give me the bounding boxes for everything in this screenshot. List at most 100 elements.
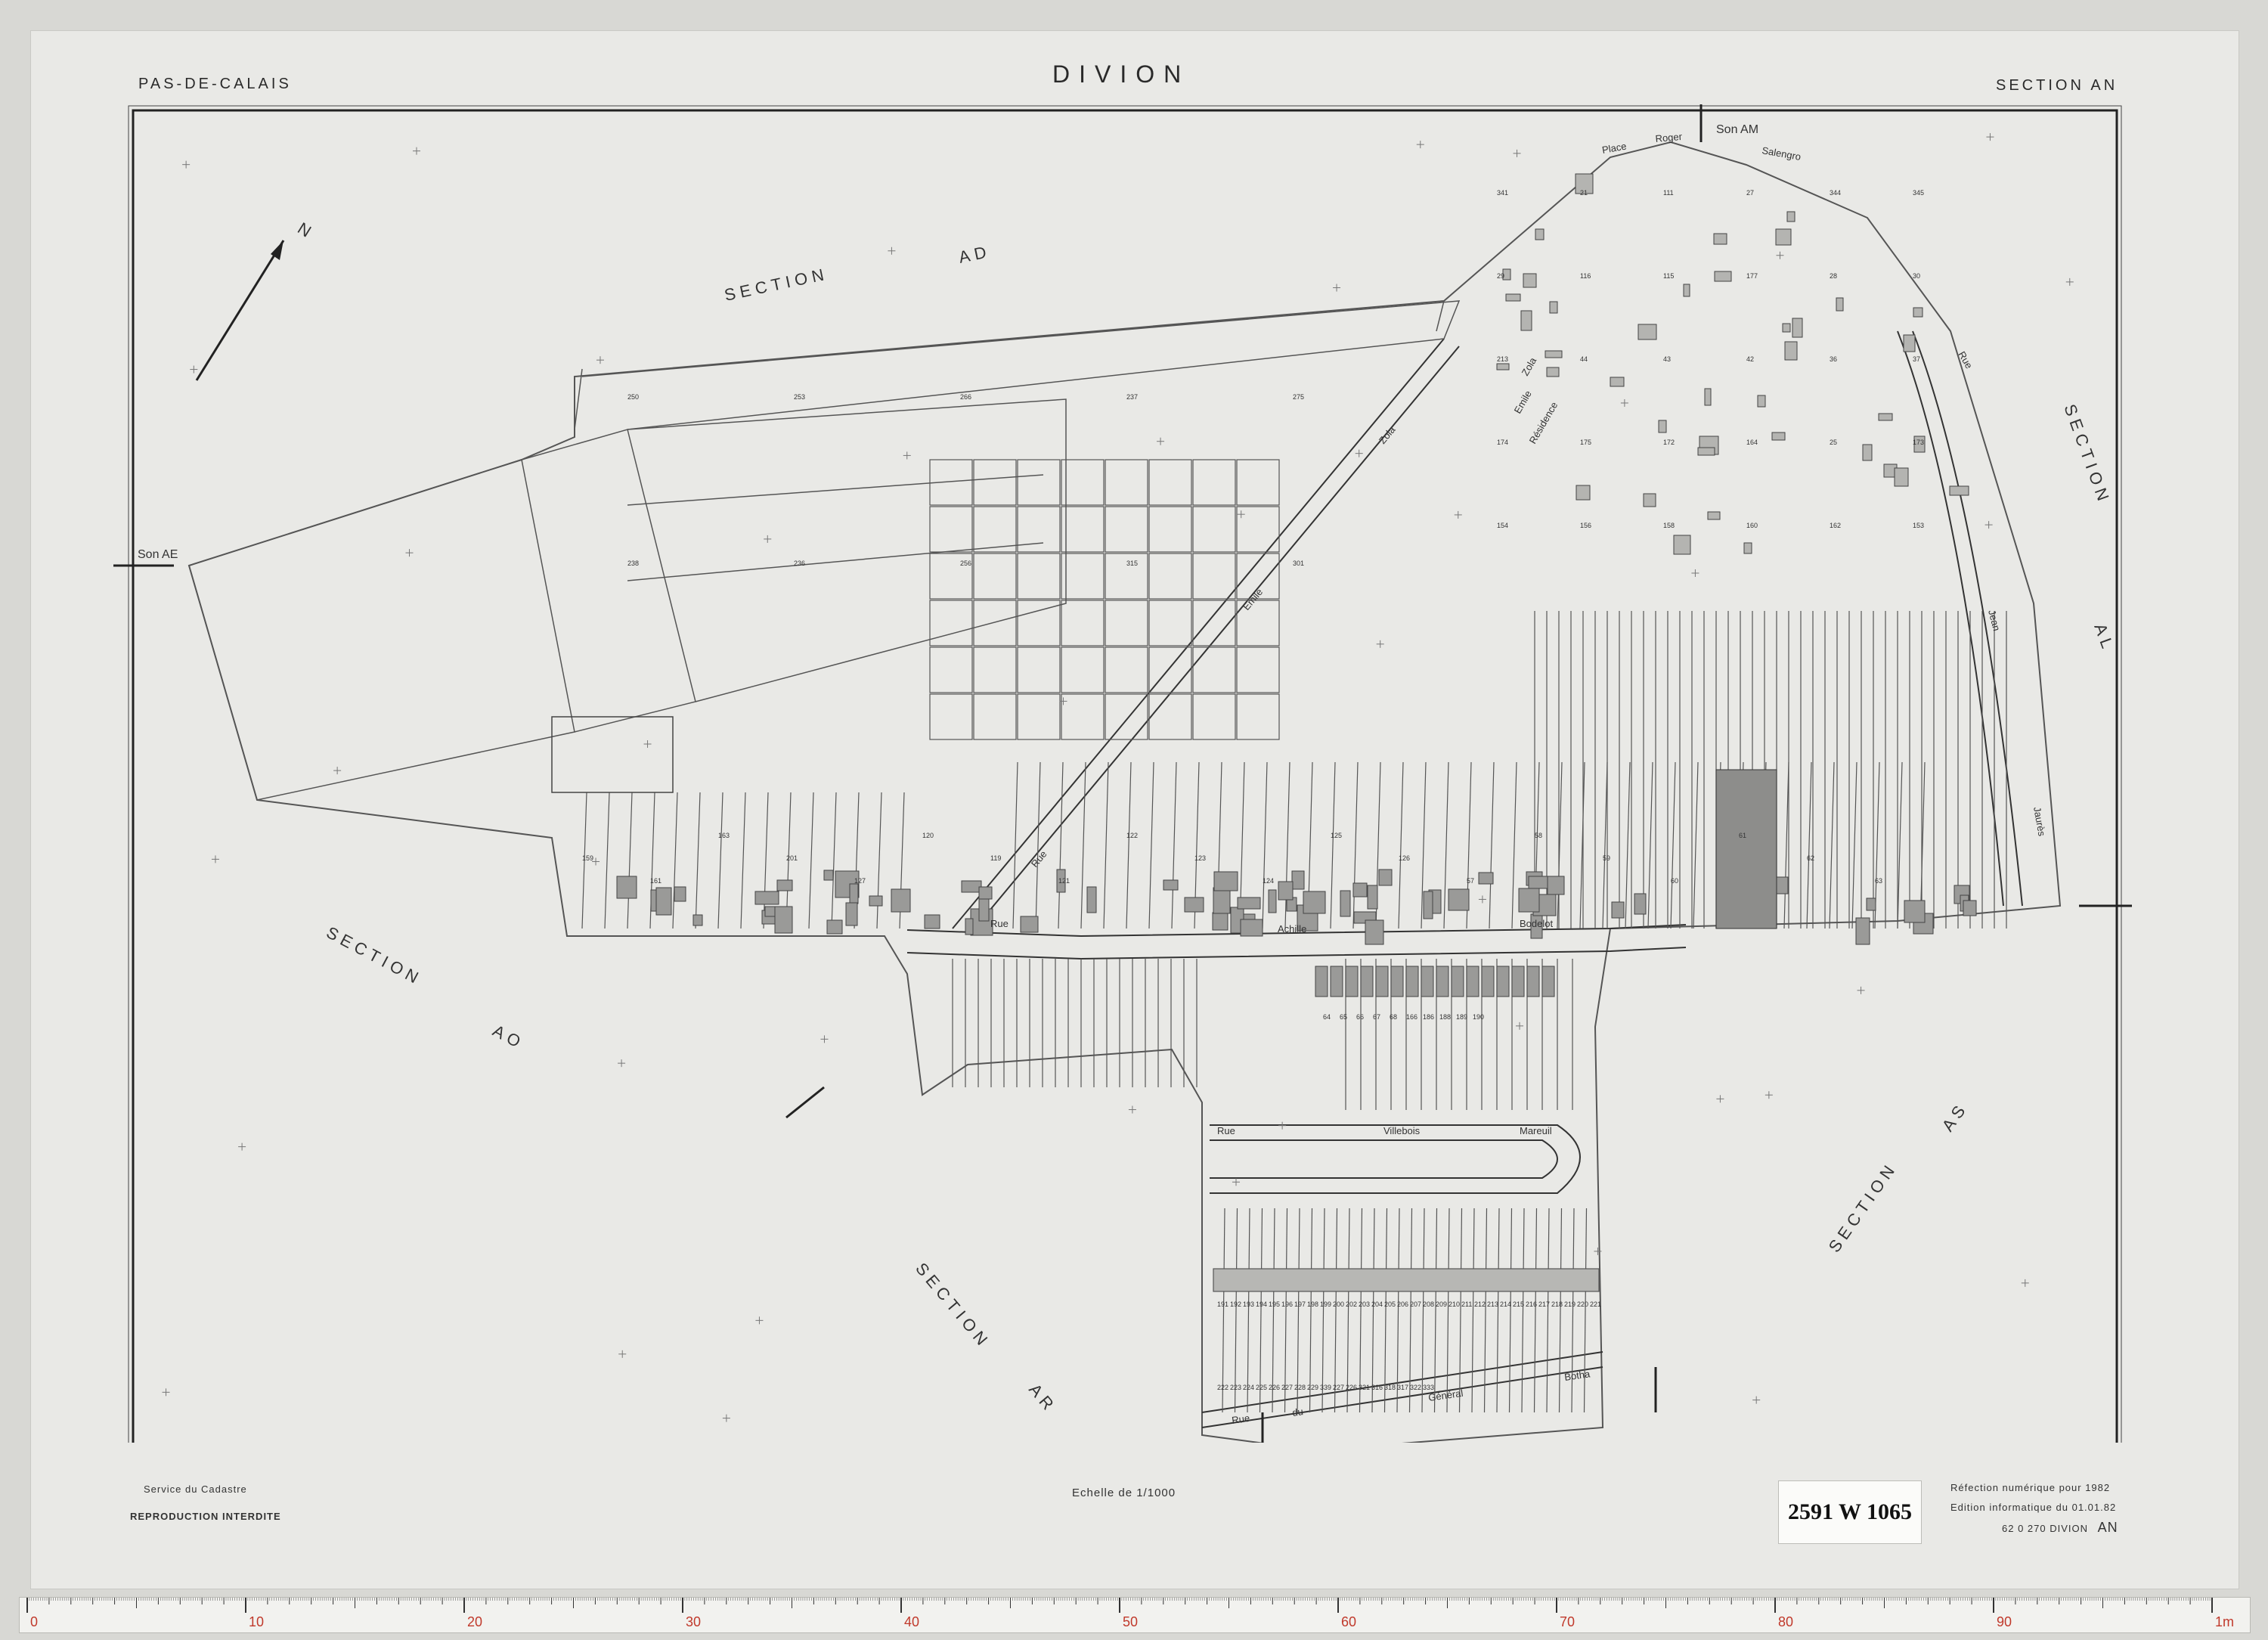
parcel-number: 222 bbox=[1217, 1384, 1228, 1391]
building-icon bbox=[1528, 876, 1548, 889]
parcel-boundary bbox=[1489, 761, 1495, 929]
north-label: N bbox=[294, 219, 314, 241]
street-label: Rue bbox=[1231, 1412, 1250, 1426]
parcel-number: 64 bbox=[1323, 1013, 1331, 1021]
street-label: Salengro bbox=[1761, 144, 1802, 163]
parcel-number: 25 bbox=[1830, 439, 1837, 446]
parcel-outline bbox=[973, 506, 1017, 553]
parcel-number: 191 bbox=[1217, 1301, 1228, 1308]
parcel-number: 121 bbox=[1058, 877, 1070, 885]
parcel-number: 202 bbox=[1346, 1301, 1357, 1308]
parcel-number: 226 bbox=[1269, 1384, 1280, 1391]
building-icon bbox=[776, 879, 793, 891]
building-icon bbox=[1535, 228, 1545, 240]
ruler-label: 50 bbox=[1123, 1614, 1138, 1629]
parcel-boundary bbox=[1148, 761, 1154, 929]
building-icon bbox=[1496, 363, 1510, 370]
parcel-boundary bbox=[1334, 1208, 1338, 1413]
parcel-number: 203 bbox=[1359, 1301, 1370, 1308]
building-icon bbox=[1360, 966, 1374, 997]
parcel-number: 111 bbox=[1663, 189, 1674, 197]
footer-code-section: AN bbox=[2097, 1520, 2118, 1535]
section-boundary bbox=[187, 141, 2062, 1443]
street-label: Rue bbox=[990, 918, 1009, 929]
parcel-outline bbox=[1061, 553, 1105, 600]
street-label: Roger bbox=[1655, 131, 1683, 144]
section-ao-label: SECTION bbox=[324, 922, 426, 989]
building-icon bbox=[1546, 367, 1560, 377]
parcel-number: 208 bbox=[1423, 1301, 1434, 1308]
street-label: Jaurès bbox=[2031, 806, 2048, 838]
parcel-number: 266 bbox=[960, 393, 971, 401]
parcel-outline bbox=[1236, 646, 1280, 693]
parcel-number: 213 bbox=[1487, 1301, 1498, 1308]
building-icon bbox=[1634, 893, 1647, 915]
building-icon bbox=[1673, 535, 1691, 555]
parcel-number: 190 bbox=[1473, 1013, 1484, 1021]
building-icon bbox=[1451, 966, 1464, 997]
row-houses-block bbox=[1213, 1268, 1600, 1292]
parcel-number: 210 bbox=[1448, 1301, 1460, 1308]
section-ar-label: SECTION bbox=[912, 1259, 994, 1352]
parcel-number: 62 bbox=[1807, 854, 1814, 862]
parcel-boundary bbox=[1625, 761, 1631, 929]
parcel-number: 186 bbox=[1423, 1013, 1434, 1021]
street-label: Botha bbox=[1563, 1368, 1591, 1383]
building-icon bbox=[1423, 891, 1433, 919]
parcel-number: 161 bbox=[650, 877, 662, 885]
building-icon bbox=[1784, 341, 1798, 361]
parcel-number: 339 bbox=[1320, 1384, 1331, 1391]
parcel-boundary bbox=[1693, 761, 1699, 929]
parcel-number: 173 bbox=[1913, 439, 1924, 446]
street-label: Résidence bbox=[1527, 400, 1560, 446]
building-icon bbox=[1963, 900, 1977, 916]
parcel-number: 212 bbox=[1474, 1301, 1486, 1308]
building-icon bbox=[1894, 467, 1909, 487]
ruler-label: 30 bbox=[686, 1614, 701, 1629]
street-label: Rue bbox=[1029, 848, 1049, 870]
building-icon bbox=[1611, 901, 1625, 919]
building-icon bbox=[1278, 881, 1294, 901]
parcel-boundary bbox=[627, 792, 633, 929]
building-icon bbox=[1291, 870, 1305, 890]
parcel-number: 237 bbox=[1126, 393, 1138, 401]
building-icon bbox=[1855, 917, 1870, 945]
parcel-number: 194 bbox=[1256, 1301, 1267, 1308]
parcel-number: 153 bbox=[1913, 522, 1924, 529]
building-icon bbox=[1367, 885, 1378, 910]
parcel-number: 63 bbox=[1875, 877, 1882, 885]
building-icon bbox=[1792, 318, 1803, 338]
building-icon bbox=[1330, 966, 1343, 997]
parcel-outline bbox=[1105, 506, 1148, 553]
parcel-boundary bbox=[1284, 1208, 1288, 1413]
road-rue-jean-jaures bbox=[1897, 330, 2023, 907]
cadastral-map: SECTION AD SECTION AL SECTION AO SECTION… bbox=[113, 104, 2132, 1443]
parcel-number: 189 bbox=[1456, 1013, 1467, 1021]
ruler-label: 20 bbox=[467, 1614, 482, 1629]
building-icon bbox=[1478, 872, 1494, 885]
parcel-boundary bbox=[1247, 1208, 1250, 1413]
footer-code: 62 0 270 DIVION AN bbox=[2002, 1520, 2118, 1536]
building-icon bbox=[1518, 888, 1540, 913]
parcel-outline bbox=[1236, 693, 1280, 740]
building-icon bbox=[978, 886, 993, 900]
building-icon bbox=[1237, 897, 1261, 910]
parcel-number: 44 bbox=[1580, 355, 1588, 363]
parcel-outline bbox=[1105, 646, 1148, 693]
parcel-outline bbox=[1192, 459, 1236, 506]
parcel-outline bbox=[1105, 600, 1148, 646]
building-icon bbox=[1526, 966, 1540, 997]
parcel-boundary bbox=[604, 792, 610, 929]
parcel-number: 204 bbox=[1371, 1301, 1383, 1308]
building-icon bbox=[1549, 301, 1558, 314]
parcel-boundary bbox=[1446, 1208, 1450, 1413]
parcel-boundary bbox=[1471, 1208, 1475, 1413]
street-label: Rue bbox=[1217, 1125, 1235, 1136]
building-icon bbox=[1757, 395, 1766, 408]
parcel-outline bbox=[929, 693, 973, 740]
measuring-ruler: 0 10 20 30 40 50 60 70 80 90 1m bbox=[19, 1597, 2251, 1633]
parcel-number: 217 bbox=[1538, 1301, 1550, 1308]
building-icon bbox=[924, 914, 940, 929]
parcel-boundary bbox=[1103, 761, 1109, 929]
parcel-outline bbox=[929, 646, 973, 693]
